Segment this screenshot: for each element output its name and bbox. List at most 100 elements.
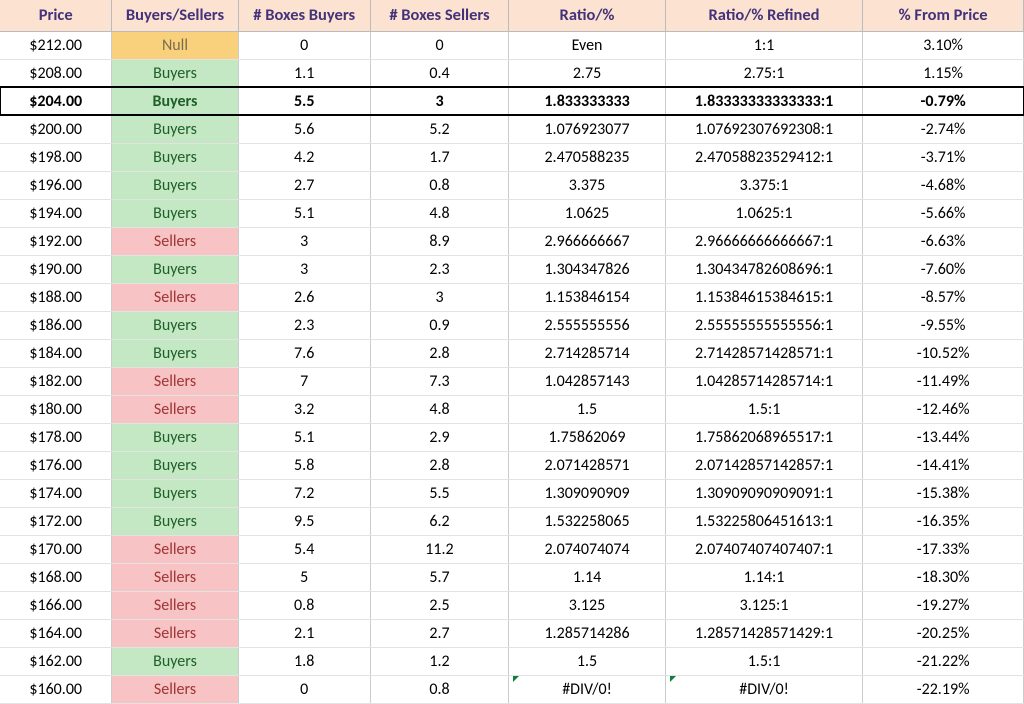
cell-from-price[interactable]: -3.71% bbox=[863, 143, 1024, 171]
cell-boxes-buyers[interactable]: 5 bbox=[238, 563, 370, 591]
cell-ratio[interactable]: 1.042857143 bbox=[509, 367, 666, 395]
table-row[interactable]: $188.00Sellers2.631.1538461541.153846153… bbox=[0, 283, 1024, 311]
cell-boxes-buyers[interactable]: 2.7 bbox=[238, 171, 370, 199]
cell-price[interactable]: $168.00 bbox=[0, 563, 112, 591]
table-row[interactable]: $166.00Sellers0.82.53.1253.125:1-19.27% bbox=[0, 591, 1024, 619]
cell-ratio[interactable]: 2.966666667 bbox=[509, 227, 666, 255]
cell-ratio[interactable]: 2.074074074 bbox=[509, 535, 666, 563]
cell-bs[interactable]: Buyers bbox=[112, 115, 238, 143]
cell-from-price[interactable]: 3.10% bbox=[863, 31, 1024, 59]
cell-bs[interactable]: Sellers bbox=[112, 395, 238, 423]
cell-ratio[interactable]: 1.309090909 bbox=[509, 479, 666, 507]
header-from-price[interactable]: % From Price bbox=[863, 0, 1024, 31]
cell-bs[interactable]: Buyers bbox=[112, 647, 238, 675]
cell-ratio-refined[interactable]: 2.07407407407407:1 bbox=[665, 535, 862, 563]
cell-boxes-sellers[interactable]: 3 bbox=[370, 87, 508, 115]
cell-ratio-refined[interactable]: 2.96666666666667:1 bbox=[665, 227, 862, 255]
cell-ratio-refined[interactable]: 2.71428571428571:1 bbox=[665, 339, 862, 367]
cell-bs[interactable]: Sellers bbox=[112, 535, 238, 563]
cell-from-price[interactable]: -19.27% bbox=[863, 591, 1024, 619]
table-row[interactable]: $204.00Buyers5.531.8333333331.8333333333… bbox=[0, 87, 1024, 115]
table-row[interactable]: $198.00Buyers4.21.72.4705882352.47058823… bbox=[0, 143, 1024, 171]
table-row[interactable]: $212.00Null00Even1:13.10% bbox=[0, 31, 1024, 59]
cell-boxes-buyers[interactable]: 1.1 bbox=[238, 59, 370, 87]
cell-price[interactable]: $176.00 bbox=[0, 451, 112, 479]
cell-boxes-sellers[interactable]: 7.3 bbox=[370, 367, 508, 395]
cell-ratio[interactable]: 2.75 bbox=[509, 59, 666, 87]
table-row[interactable]: $208.00Buyers1.10.42.752.75:11.15% bbox=[0, 59, 1024, 87]
cell-from-price[interactable]: -17.33% bbox=[863, 535, 1024, 563]
cell-boxes-buyers[interactable]: 2.3 bbox=[238, 311, 370, 339]
table-row[interactable]: $170.00Sellers5.411.22.0740740742.074074… bbox=[0, 535, 1024, 563]
cell-bs[interactable]: Sellers bbox=[112, 283, 238, 311]
cell-from-price[interactable]: -13.44% bbox=[863, 423, 1024, 451]
cell-price[interactable]: $180.00 bbox=[0, 395, 112, 423]
cell-ratio-refined[interactable]: 1.28571428571429:1 bbox=[665, 619, 862, 647]
cell-price[interactable]: $190.00 bbox=[0, 255, 112, 283]
cell-ratio-refined[interactable]: 1.0625:1 bbox=[665, 199, 862, 227]
table-row[interactable]: $164.00Sellers2.12.71.2857142861.2857142… bbox=[0, 619, 1024, 647]
cell-boxes-sellers[interactable]: 1.7 bbox=[370, 143, 508, 171]
cell-price[interactable]: $192.00 bbox=[0, 227, 112, 255]
cell-from-price[interactable]: -9.55% bbox=[863, 311, 1024, 339]
cell-price[interactable]: $162.00 bbox=[0, 647, 112, 675]
cell-from-price[interactable]: -0.79% bbox=[863, 87, 1024, 115]
cell-ratio[interactable]: 1.285714286 bbox=[509, 619, 666, 647]
cell-ratio[interactable]: 1.076923077 bbox=[509, 115, 666, 143]
cell-bs[interactable]: Sellers bbox=[112, 675, 238, 703]
cell-price[interactable]: $200.00 bbox=[0, 115, 112, 143]
cell-ratio-refined[interactable]: 1.04285714285714:1 bbox=[665, 367, 862, 395]
cell-boxes-buyers[interactable]: 7.2 bbox=[238, 479, 370, 507]
cell-boxes-sellers[interactable]: 0.8 bbox=[370, 675, 508, 703]
cell-boxes-buyers[interactable]: 3 bbox=[238, 255, 370, 283]
cell-bs[interactable]: Sellers bbox=[112, 563, 238, 591]
cell-boxes-buyers[interactable]: 9.5 bbox=[238, 507, 370, 535]
cell-from-price[interactable]: -5.66% bbox=[863, 199, 1024, 227]
table-row[interactable]: $176.00Buyers5.82.82.0714285712.07142857… bbox=[0, 451, 1024, 479]
cell-ratio[interactable]: 1.5 bbox=[509, 647, 666, 675]
header-boxes-buyers[interactable]: # Boxes Buyers bbox=[238, 0, 370, 31]
table-row[interactable]: $162.00Buyers1.81.21.51.5:1-21.22% bbox=[0, 647, 1024, 675]
cell-boxes-buyers[interactable]: 0 bbox=[238, 675, 370, 703]
cell-from-price[interactable]: -6.63% bbox=[863, 227, 1024, 255]
cell-price[interactable]: $188.00 bbox=[0, 283, 112, 311]
cell-from-price[interactable]: -16.35% bbox=[863, 507, 1024, 535]
cell-ratio-refined[interactable]: 1.07692307692308:1 bbox=[665, 115, 862, 143]
cell-ratio-refined[interactable]: 1.30434782608696:1 bbox=[665, 255, 862, 283]
cell-price[interactable]: $170.00 bbox=[0, 535, 112, 563]
cell-price[interactable]: $212.00 bbox=[0, 31, 112, 59]
header-ratio[interactable]: Ratio/% bbox=[509, 0, 666, 31]
cell-price[interactable]: $208.00 bbox=[0, 59, 112, 87]
cell-boxes-sellers[interactable]: 11.2 bbox=[370, 535, 508, 563]
cell-boxes-sellers[interactable]: 0 bbox=[370, 31, 508, 59]
cell-bs[interactable]: Buyers bbox=[112, 59, 238, 87]
table-row[interactable]: $160.00Sellers00.8#DIV/0!#DIV/0!-22.19% bbox=[0, 675, 1024, 703]
cell-ratio-refined[interactable]: 3.125:1 bbox=[665, 591, 862, 619]
cell-ratio[interactable]: 1.0625 bbox=[509, 199, 666, 227]
cell-boxes-buyers[interactable]: 5.8 bbox=[238, 451, 370, 479]
cell-boxes-sellers[interactable]: 5.5 bbox=[370, 479, 508, 507]
cell-from-price[interactable]: -8.57% bbox=[863, 283, 1024, 311]
cell-bs[interactable]: Buyers bbox=[112, 255, 238, 283]
cell-price[interactable]: $174.00 bbox=[0, 479, 112, 507]
cell-boxes-buyers[interactable]: 7.6 bbox=[238, 339, 370, 367]
cell-ratio-refined[interactable]: 1.75862068965517:1 bbox=[665, 423, 862, 451]
cell-ratio-refined[interactable]: 2.55555555555556:1 bbox=[665, 311, 862, 339]
cell-price[interactable]: $194.00 bbox=[0, 199, 112, 227]
cell-from-price[interactable]: -15.38% bbox=[863, 479, 1024, 507]
cell-boxes-sellers[interactable]: 2.5 bbox=[370, 591, 508, 619]
cell-ratio-refined[interactable]: 1:1 bbox=[665, 31, 862, 59]
cell-price[interactable]: $186.00 bbox=[0, 311, 112, 339]
cell-from-price[interactable]: -22.19% bbox=[863, 675, 1024, 703]
cell-boxes-buyers[interactable]: 4.2 bbox=[238, 143, 370, 171]
cell-from-price[interactable]: -11.49% bbox=[863, 367, 1024, 395]
cell-boxes-buyers[interactable]: 7 bbox=[238, 367, 370, 395]
cell-ratio-refined[interactable]: 1.5:1 bbox=[665, 647, 862, 675]
cell-boxes-sellers[interactable]: 2.9 bbox=[370, 423, 508, 451]
cell-boxes-sellers[interactable]: 3 bbox=[370, 283, 508, 311]
cell-bs[interactable]: Buyers bbox=[112, 339, 238, 367]
cell-from-price[interactable]: -2.74% bbox=[863, 115, 1024, 143]
cell-boxes-buyers[interactable]: 0 bbox=[238, 31, 370, 59]
cell-boxes-sellers[interactable]: 0.4 bbox=[370, 59, 508, 87]
cell-boxes-sellers[interactable]: 2.7 bbox=[370, 619, 508, 647]
